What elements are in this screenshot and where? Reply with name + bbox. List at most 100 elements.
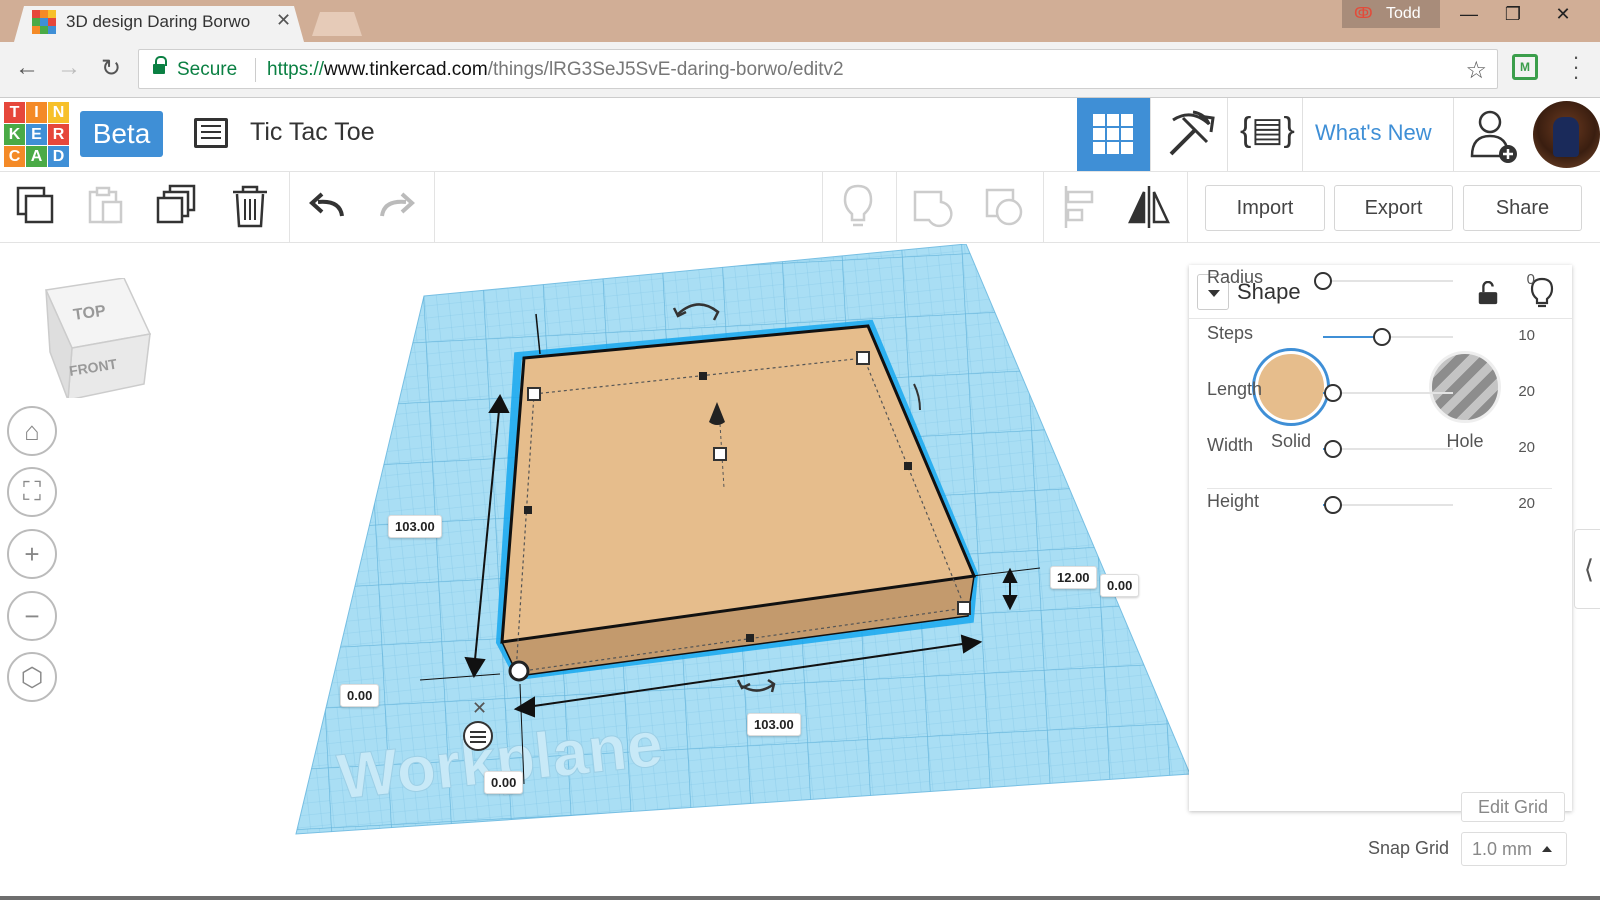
- url-scheme: https://: [267, 59, 325, 80]
- forward-arrow-icon[interactable]: →: [54, 54, 84, 82]
- corner-handle[interactable]: [856, 351, 870, 365]
- prop-value-length[interactable]: 20: [1485, 383, 1535, 400]
- prop-slider-knob[interactable]: [1372, 328, 1391, 346]
- dim-height-label[interactable]: 103.00: [388, 515, 442, 538]
- snap-grid-value: 1.0 mm: [1472, 839, 1533, 859]
- bottom-edge: [0, 896, 1600, 900]
- prop-slider-knob[interactable]: [1324, 384, 1343, 402]
- toolbar-divider: [289, 172, 290, 242]
- user-avatar[interactable]: [1533, 101, 1600, 168]
- browser-address-bar: ← → ↻ Secure https://www.tinkercad.com/t…: [0, 42, 1600, 98]
- whats-new-button[interactable]: What's New: [1302, 98, 1453, 171]
- export-button[interactable]: Export: [1334, 185, 1453, 231]
- prop-label-steps: Steps: [1207, 323, 1254, 343]
- dim-offset-bottom-label[interactable]: 0.00: [484, 771, 524, 794]
- group-icon: [913, 190, 953, 228]
- redo-button[interactable]: [362, 172, 432, 242]
- delete-button[interactable]: [215, 172, 285, 242]
- secure-label: Secure: [177, 59, 238, 80]
- align-button[interactable]: [1044, 172, 1114, 242]
- browser-tab-bar: 3D design Daring Borwo ✕ ↂ Todd — ❐ ✕: [0, 0, 1600, 42]
- prop-value-height[interactable]: 20: [1485, 495, 1535, 512]
- mirror-button[interactable]: [1114, 172, 1184, 242]
- paste-button[interactable]: [70, 172, 140, 242]
- edge-handle[interactable]: [904, 462, 912, 470]
- workspace[interactable]: Workplane ✕ 103.00 103.00 12.00 0.00 0.0…: [0, 244, 1600, 900]
- tinkercad-logo[interactable]: TIN KER CAD: [4, 102, 69, 167]
- edge-handle[interactable]: [699, 372, 707, 380]
- prop-value-width[interactable]: 20: [1485, 439, 1535, 456]
- redo-icon: [380, 192, 415, 217]
- view-cube[interactable]: TOP FRONT: [44, 278, 154, 398]
- zoom-in-button[interactable]: +: [7, 529, 57, 579]
- ungroup-button[interactable]: [969, 172, 1039, 242]
- lightbulb-icon: [843, 184, 873, 227]
- home-view-button[interactable]: ⌂: [7, 406, 57, 456]
- codeblocks-view-button[interactable]: {▤}: [1227, 98, 1302, 171]
- top-height-handle[interactable]: [713, 447, 727, 461]
- browser-menu-icon[interactable]: · · ·: [1566, 46, 1586, 88]
- favicon-tile: [32, 10, 40, 18]
- notes-button[interactable]: [823, 172, 893, 242]
- close-window-button[interactable]: ✕: [1546, 4, 1580, 28]
- prop-slider-length[interactable]: [1323, 384, 1453, 402]
- zoom-out-icon: −: [24, 600, 40, 631]
- duplicate-button[interactable]: [140, 172, 210, 242]
- tab-title[interactable]: 3D design Daring Borwo: [66, 12, 262, 32]
- prop-value-steps[interactable]: 10: [1485, 327, 1535, 344]
- add-user-button[interactable]: [1453, 98, 1530, 171]
- prop-slider-steps[interactable]: [1323, 328, 1453, 346]
- edge-handle[interactable]: [524, 506, 532, 514]
- edit-grid-button[interactable]: Edit Grid: [1461, 792, 1565, 822]
- snap-grid-select[interactable]: 1.0 mm: [1461, 832, 1567, 866]
- duplicate-icon: [156, 184, 196, 224]
- dim-offset-right-label[interactable]: 0.00: [1100, 574, 1140, 597]
- beta-badge[interactable]: Beta: [80, 111, 163, 157]
- minimize-button[interactable]: —: [1452, 4, 1486, 28]
- prop-slider-radius[interactable]: [1314, 272, 1453, 290]
- back-arrow-icon[interactable]: ←: [12, 54, 42, 82]
- prop-label-height: Height: [1207, 491, 1260, 511]
- profile-name: Todd: [1386, 5, 1421, 22]
- dim-offset-left-label[interactable]: 0.00: [340, 684, 380, 707]
- dim-width-label[interactable]: 103.00: [747, 713, 801, 736]
- url-omnibox[interactable]: Secure https://www.tinkercad.com/things/…: [138, 49, 1498, 89]
- zoom-out-button[interactable]: −: [7, 591, 57, 641]
- prop-slider-height[interactable]: [1323, 496, 1453, 514]
- design-title[interactable]: Tic Tac Toe: [250, 118, 375, 147]
- fit-view-button[interactable]: ⛶: [7, 467, 57, 517]
- import-button[interactable]: Import: [1205, 185, 1325, 231]
- edge-handle[interactable]: [746, 634, 754, 642]
- reload-icon[interactable]: ↻: [96, 54, 126, 83]
- restore-button[interactable]: ❐: [1496, 4, 1530, 28]
- tab-close-icon[interactable]: ✕: [276, 10, 291, 31]
- share-button[interactable]: Share: [1463, 185, 1582, 231]
- undo-button[interactable]: [292, 172, 362, 242]
- prop-slider-knob[interactable]: [1324, 496, 1343, 514]
- minecraft-view-button[interactable]: [1150, 98, 1227, 171]
- side-panel-toggle[interactable]: ⟨: [1574, 529, 1600, 609]
- cancel-x-icon[interactable]: ✕: [472, 698, 487, 719]
- group-button[interactable]: [897, 172, 967, 242]
- prop-slider-knob[interactable]: [1324, 440, 1343, 458]
- favicon-tile: [48, 10, 56, 18]
- dim-elevation-label[interactable]: 12.00: [1050, 566, 1097, 589]
- prop-value-radius[interactable]: 0: [1485, 271, 1535, 288]
- solid-color-swatch[interactable]: [1255, 351, 1327, 423]
- new-tab-button[interactable]: [312, 12, 362, 36]
- prop-slider-width[interactable]: [1323, 440, 1453, 458]
- origin-handle[interactable]: [508, 660, 530, 682]
- favicon-tile: [32, 26, 40, 34]
- bookmark-star-icon[interactable]: ☆: [1465, 56, 1487, 85]
- copy-button[interactable]: [0, 172, 70, 242]
- url-text[interactable]: https://www.tinkercad.com/things/lRG3SeJ…: [267, 59, 844, 81]
- prop-slider-knob[interactable]: [1314, 272, 1332, 290]
- tinkercad-favicon-icon: [32, 10, 56, 34]
- extension-icon[interactable]: M: [1512, 54, 1538, 80]
- profile-chip[interactable]: ↂ Todd: [1342, 0, 1440, 28]
- design-list-icon[interactable]: [194, 118, 228, 148]
- corner-handle[interactable]: [527, 387, 541, 401]
- corner-handle[interactable]: [957, 601, 971, 615]
- 3d-design-view-button[interactable]: [1077, 98, 1150, 171]
- ortho-view-button[interactable]: ⬡: [7, 652, 57, 702]
